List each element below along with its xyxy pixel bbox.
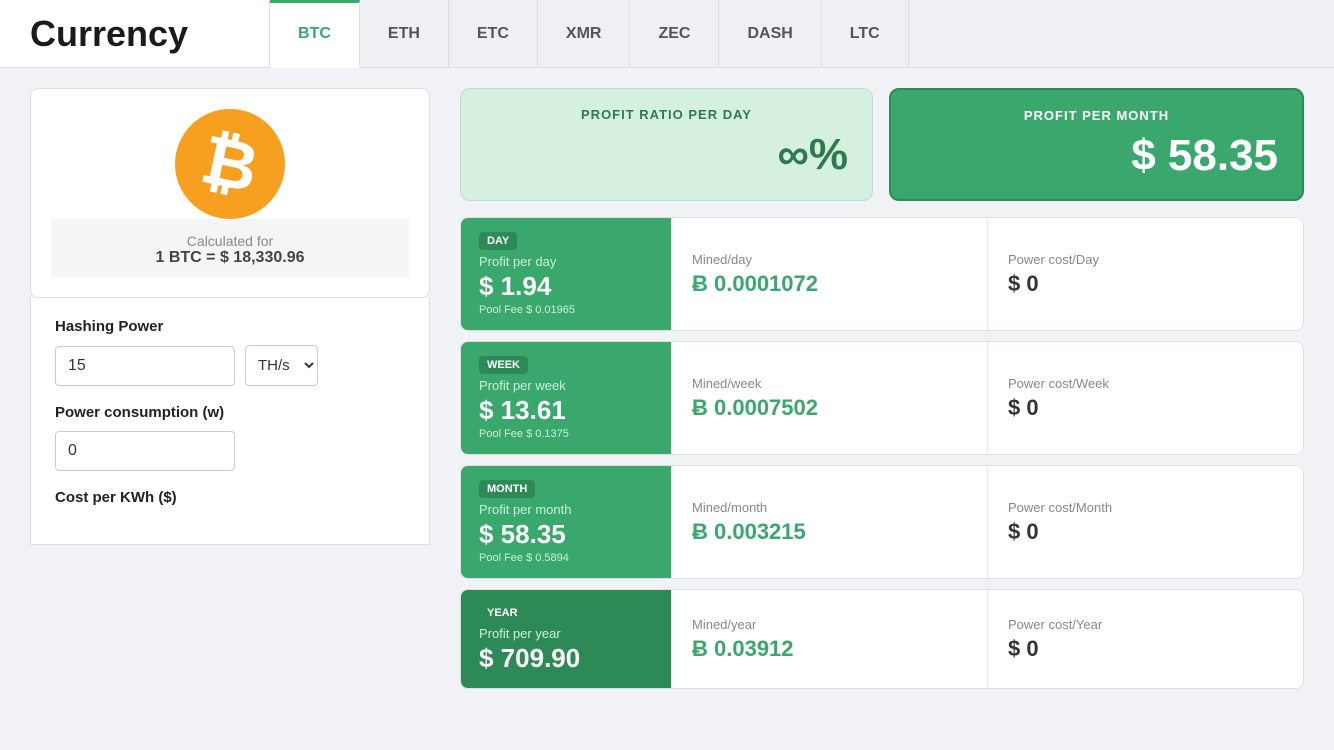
hashing-power-input[interactable] [55,346,235,386]
period-badge-week: Week [479,356,528,374]
monthly-label: PROFIT PER MONTH [915,108,1278,123]
calc-label: Calculated for [51,233,409,249]
profit-label-year: Profit per year [479,626,653,641]
profit-value-day: $ 1.94 [479,271,653,302]
period-badge-year: Year [479,604,526,622]
mined-cell-week: Mined/week Ƀ 0.0007502 [671,342,987,454]
profit-label-day: Profit per day [479,254,653,269]
mined-label-day: Mined/day [692,252,967,267]
cost-value-week: $ 0 [1008,395,1283,421]
cost-kwh-label: Cost per KWh ($) [55,489,405,506]
mined-label-week: Mined/week [692,376,967,391]
stats-left-year: Year Profit per year $ 709.90 [461,590,671,688]
mined-label-year: Mined/year [692,617,967,632]
cost-label-year: Power cost/Year [1008,617,1283,632]
app-header: Currency BTCETHETCXMRZECDASHLTC [0,0,1334,68]
period-badge-day: Day [479,232,517,250]
cost-cell-month: Power cost/Month $ 0 [987,466,1303,578]
monthly-value: $ 58.35 [1131,131,1278,181]
ratio-label: PROFIT RATIO PER DAY [485,107,848,122]
nav-tab-zec[interactable]: ZEC [630,0,719,67]
cost-cell-year: Power cost/Year $ 0 [987,590,1303,688]
nav-tab-ltc[interactable]: LTC [822,0,909,67]
hashing-power-unit-select[interactable]: TH/s GH/s MH/s [245,345,318,386]
nav-tab-eth[interactable]: ETH [360,0,449,67]
mined-value-week: Ƀ 0.0007502 [692,395,967,421]
cost-cell-week: Power cost/Week $ 0 [987,342,1303,454]
pool-fee-week: Pool Fee $ 0.1375 [479,428,653,440]
profit-ratio-card: PROFIT RATIO PER DAY ∞% [460,88,873,201]
stats-left-month: Month Profit per month $ 58.35 Pool Fee … [461,466,671,578]
profit-value-month: $ 58.35 [479,519,653,550]
mined-cell-day: Mined/day Ƀ 0.0001072 [671,218,987,330]
stats-row-month: Month Profit per month $ 58.35 Pool Fee … [460,465,1304,579]
hashing-power-row: TH/s GH/s MH/s [55,345,405,386]
profit-value-year: $ 709.90 [479,643,653,674]
power-consumption-input[interactable] [55,431,235,471]
cost-value-year: $ 0 [1008,636,1283,662]
cost-label-month: Power cost/Month [1008,500,1283,515]
nav-tab-dash[interactable]: DASH [719,0,821,67]
nav-tab-xmr[interactable]: XMR [538,0,631,67]
mined-value-month: Ƀ 0.003215 [692,519,967,545]
ratio-value: ∞% [778,130,849,180]
nav-tab-etc[interactable]: ETC [449,0,538,67]
btc-icon: ₿ [175,109,285,219]
stats-left-day: Day Profit per day $ 1.94 Pool Fee $ 0.0… [461,218,671,330]
cost-label-week: Power cost/Week [1008,376,1283,391]
stats-row-year: Year Profit per year $ 709.90 Mined/year… [460,589,1304,689]
power-consumption-group: Power consumption (w) [55,404,405,471]
currency-nav: BTCETHETCXMRZECDASHLTC [270,0,1334,67]
app-title: Currency [0,0,270,67]
main-container: ₿ Calculated for 1 BTC = $ 18,330.96 Has… [0,68,1334,750]
stats-left-week: Week Profit per week $ 13.61 Pool Fee $ … [461,342,671,454]
hashing-power-group: Hashing Power TH/s GH/s MH/s [55,318,405,386]
pool-fee-day: Pool Fee $ 0.01965 [479,304,653,316]
cost-label-day: Power cost/Day [1008,252,1283,267]
stats-row-week: Week Profit per week $ 13.61 Pool Fee $ … [460,341,1304,455]
stats-row-day: Day Profit per day $ 1.94 Pool Fee $ 0.0… [460,217,1304,331]
summary-cards: PROFIT RATIO PER DAY ∞% PROFIT PER MONTH… [460,88,1304,201]
stats-table: Day Profit per day $ 1.94 Pool Fee $ 0.0… [460,217,1304,689]
hashing-power-label: Hashing Power [55,318,405,335]
profit-value-week: $ 13.61 [479,395,653,426]
sidebar: ₿ Calculated for 1 BTC = $ 18,330.96 Has… [30,88,430,730]
form-section: Hashing Power TH/s GH/s MH/s Power consu… [30,298,430,545]
power-consumption-label: Power consumption (w) [55,404,405,421]
nav-tab-btc[interactable]: BTC [270,0,360,68]
period-badge-month: Month [479,480,535,498]
cost-value-day: $ 0 [1008,271,1283,297]
pool-fee-month: Pool Fee $ 0.5894 [479,552,653,564]
mined-cell-month: Mined/month Ƀ 0.003215 [671,466,987,578]
cost-kwh-group: Cost per KWh ($) [55,489,405,506]
cost-value-month: $ 0 [1008,519,1283,545]
profit-label-week: Profit per week [479,378,653,393]
profit-monthly-card: PROFIT PER MONTH $ 58.35 [889,88,1304,201]
mined-cell-year: Mined/year Ƀ 0.03912 [671,590,987,688]
calc-value: 1 BTC = $ 18,330.96 [51,249,409,267]
bitcoin-symbol: ₿ [196,125,264,203]
mined-value-year: Ƀ 0.03912 [692,636,967,662]
mined-label-month: Mined/month [692,500,967,515]
profit-label-month: Profit per month [479,502,653,517]
content-area: PROFIT RATIO PER DAY ∞% PROFIT PER MONTH… [460,88,1304,730]
calc-info: Calculated for 1 BTC = $ 18,330.96 [51,219,409,277]
coin-card: ₿ Calculated for 1 BTC = $ 18,330.96 [30,88,430,298]
cost-cell-day: Power cost/Day $ 0 [987,218,1303,330]
mined-value-day: Ƀ 0.0001072 [692,271,967,297]
